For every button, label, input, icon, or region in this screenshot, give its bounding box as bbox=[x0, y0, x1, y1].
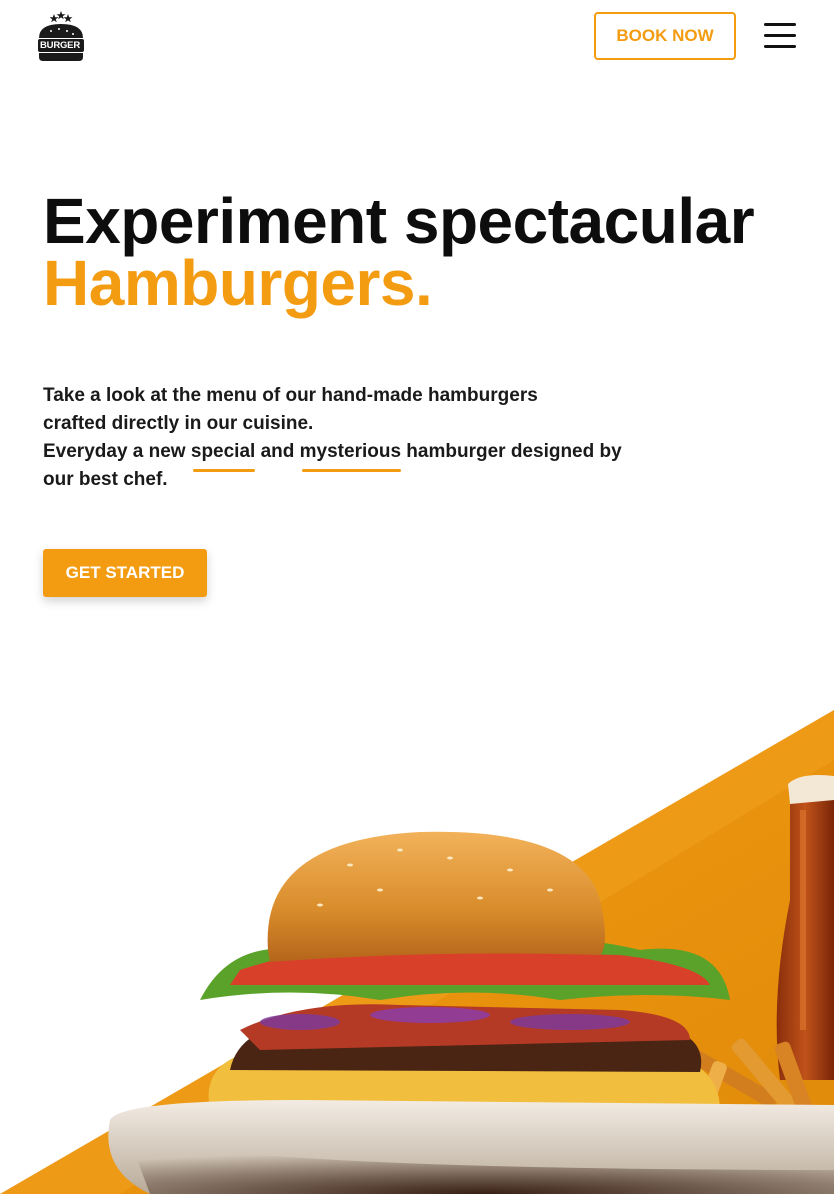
mysterious-highlight: mysterious bbox=[300, 438, 402, 472]
hero-desc-line1: Take a look at the menu of our hand-made… bbox=[43, 385, 538, 406]
get-started-button[interactable]: GET STARTED bbox=[43, 549, 207, 597]
desc-text-a: Everyday a new bbox=[43, 441, 191, 462]
hero-description: Take a look at the menu of our hand-made… bbox=[43, 382, 683, 494]
desc-text-and: and bbox=[255, 441, 300, 462]
plate bbox=[108, 1100, 834, 1194]
burger-illustration bbox=[0, 710, 834, 1194]
burger-logo-icon bbox=[38, 11, 84, 61]
hero-title-line2: Hamburgers. bbox=[43, 247, 433, 319]
burger-logo[interactable]: BURGER bbox=[37, 10, 85, 62]
special-highlight: special bbox=[191, 438, 256, 472]
hamburger-menu-icon[interactable] bbox=[764, 22, 796, 50]
book-now-button[interactable]: BOOK NOW bbox=[594, 12, 736, 60]
hero-desc-line2: crafted directly in our cuisine. bbox=[43, 413, 314, 434]
desc-text-b: hamburger designed by bbox=[401, 441, 622, 462]
logo-text: BURGER bbox=[40, 40, 80, 51]
burger-meal-image bbox=[0, 700, 834, 1194]
hero-title: Experiment spectacular Hamburgers. bbox=[43, 185, 833, 319]
hero-title-line1: Experiment spectacular bbox=[43, 185, 755, 257]
hero-desc-line3: Everyday a new special and mysterious ha… bbox=[43, 438, 683, 472]
site-header: BURGER BOOK NOW bbox=[0, 0, 834, 80]
